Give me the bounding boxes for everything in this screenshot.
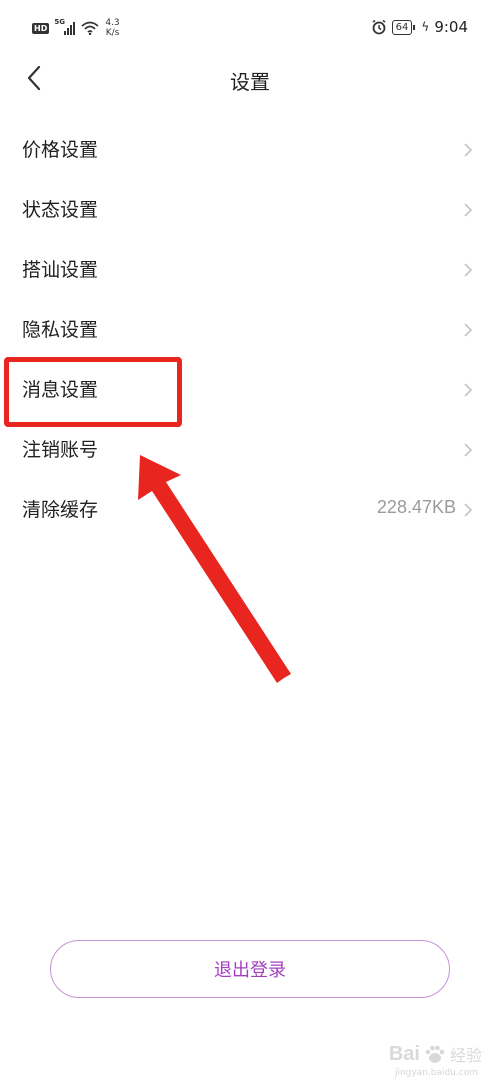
- wifi-icon: [81, 21, 99, 35]
- battery-icon: 64: [391, 19, 416, 35]
- status-bar-right: 64 ϟ 9:04: [371, 18, 468, 36]
- top-nav-bar: 设置: [0, 56, 500, 100]
- signal-icon: 5G: [54, 18, 76, 35]
- network-speed: 4.3 K/s: [105, 18, 119, 38]
- page-title: 设置: [230, 70, 270, 94]
- settings-item-label: 搭讪设置: [22, 259, 99, 281]
- chevron-right-icon: [464, 503, 473, 517]
- settings-item-privacy[interactable]: 隐私设置: [0, 300, 500, 360]
- watermark-url: jingyan.baidu.com: [394, 1068, 478, 1078]
- speed-value: 4.3: [105, 18, 120, 28]
- chevron-right-icon: [464, 203, 473, 217]
- charging-icon: ϟ: [421, 20, 430, 34]
- clock-time: 9:04: [434, 18, 468, 36]
- annotation-highlight-box: [4, 357, 182, 427]
- cache-size-value: 228.47KB: [376, 497, 456, 517]
- chevron-right-icon: [464, 323, 473, 337]
- watermark-suffix: 经验: [449, 1046, 482, 1065]
- settings-item-clear-cache[interactable]: 清除缓存 228.47KB: [0, 480, 500, 540]
- logout-button[interactable]: 退出登录: [50, 940, 450, 998]
- settings-item-label: 清除缓存: [22, 499, 99, 521]
- chevron-right-icon: [464, 143, 473, 157]
- chevron-right-icon: [464, 383, 473, 397]
- settings-list: 价格设置 状态设置 搭讪设置 隐私设置 消息设置 注销账号 清除缓存 228.4…: [0, 120, 500, 540]
- settings-item-greeting[interactable]: 搭讪设置: [0, 240, 500, 300]
- settings-item-label: 隐私设置: [22, 319, 99, 341]
- settings-item-status[interactable]: 状态设置: [0, 180, 500, 240]
- status-bar-left: HD 5G 4.3 K/s: [32, 18, 120, 38]
- chevron-right-icon: [464, 443, 473, 457]
- settings-item-delete-account[interactable]: 注销账号: [0, 420, 500, 480]
- settings-item-label: 状态设置: [22, 199, 99, 221]
- network-type: 5G: [54, 18, 65, 26]
- settings-item-label: 注销账号: [22, 439, 99, 461]
- hd-icon: HD: [32, 22, 50, 34]
- chevron-right-icon: [464, 263, 473, 277]
- speed-unit: K/s: [105, 28, 120, 38]
- settings-item-price[interactable]: 价格设置: [0, 120, 500, 180]
- settings-item-label: 价格设置: [22, 139, 99, 161]
- status-bar: HD 5G 4.3 K/s 64 ϟ 9:04: [0, 0, 500, 56]
- logout-label: 退出登录: [214, 960, 286, 981]
- watermark-brand: Bai: [388, 1042, 420, 1065]
- baidu-watermark: Bai 经验: [389, 1042, 482, 1066]
- alarm-icon: [372, 19, 386, 35]
- paw-logo-icon: [425, 1045, 445, 1063]
